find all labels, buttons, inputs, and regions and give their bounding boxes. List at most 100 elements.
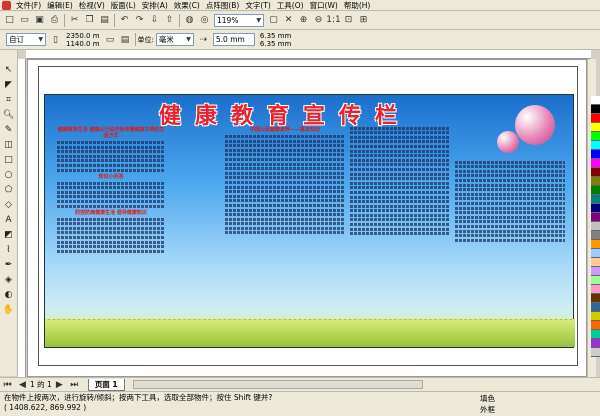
new-icon[interactable]: □ xyxy=(3,14,16,27)
menu-text[interactable]: 文字(T) xyxy=(242,0,273,11)
next-page-icon[interactable]: ▶ xyxy=(53,378,66,391)
swatch[interactable] xyxy=(591,132,600,141)
menu-edit[interactable]: 编辑(E) xyxy=(44,0,76,11)
swatch[interactable] xyxy=(591,159,600,168)
swatch[interactable] xyxy=(591,168,600,177)
swatch[interactable] xyxy=(591,339,600,348)
zoom-select[interactable]: 119% ▼ xyxy=(214,13,264,27)
swatch[interactable] xyxy=(591,204,600,213)
nudge-input[interactable]: 5.0 mm xyxy=(212,33,255,46)
corel-online-icon[interactable]: ◎ xyxy=(198,14,211,27)
cut-icon[interactable]: ✂ xyxy=(68,14,81,27)
swatch[interactable] xyxy=(591,312,600,321)
export-icon[interactable]: ⇧ xyxy=(163,14,176,27)
interactive-blend-icon[interactable]: ◩ xyxy=(2,228,15,241)
save-icon[interactable]: ▣ xyxy=(33,14,46,27)
page-dimensions[interactable]: 2350.0 m 1140.0 m xyxy=(66,32,100,48)
menu-file[interactable]: 文件(F) xyxy=(13,0,44,11)
swatch[interactable] xyxy=(591,231,600,240)
basic-shapes-icon[interactable]: ◇ xyxy=(2,198,15,211)
swatch[interactable] xyxy=(591,258,600,267)
swatch[interactable] xyxy=(591,321,600,330)
swatch[interactable] xyxy=(591,294,600,303)
swatch[interactable] xyxy=(591,267,600,276)
swatch[interactable] xyxy=(591,222,600,231)
menu-view[interactable]: 检视(V) xyxy=(76,0,108,11)
zoom-tool-icon[interactable]: 🔍︎ xyxy=(2,108,15,121)
paper-size-select[interactable]: 自订 ▼ xyxy=(6,33,46,46)
swatch[interactable] xyxy=(591,276,600,285)
print-icon[interactable]: ⎙ xyxy=(48,14,61,27)
swatch[interactable] xyxy=(591,150,600,159)
freehand-tool-icon[interactable]: ✎ xyxy=(2,123,15,136)
prev-page-icon[interactable]: ◀ xyxy=(16,378,29,391)
fullscreen-icon[interactable]: ▢ xyxy=(267,14,280,27)
unit-select[interactable]: 毫米 ▼ xyxy=(155,33,194,46)
text-tool-icon[interactable]: A xyxy=(2,213,15,226)
hand-tool-icon[interactable]: ✋ xyxy=(2,303,15,316)
paste-icon[interactable]: ▤ xyxy=(98,14,111,27)
all-pages-icon[interactable]: ▤ xyxy=(119,33,132,46)
swatch[interactable] xyxy=(591,285,600,294)
polygon-tool-icon[interactable]: ⬠ xyxy=(2,183,15,196)
swatch[interactable] xyxy=(591,195,600,204)
drawing-canvas[interactable]: 健康教育宣传栏 健康教育生活 健康从行动开始传播健康文明的生活方式 知识小问答 … xyxy=(27,59,587,377)
launcher-icon[interactable]: ◍ xyxy=(183,14,196,27)
swatch[interactable] xyxy=(591,348,600,357)
horizontal-ruler[interactable] xyxy=(26,50,591,59)
zoom-out-icon[interactable]: ⊖ xyxy=(312,14,325,27)
zoom-in-icon[interactable]: ⊕ xyxy=(297,14,310,27)
import-icon[interactable]: ⇩ xyxy=(148,14,161,27)
last-page-icon[interactable]: ⏭ xyxy=(68,378,81,391)
undo-icon[interactable]: ↶ xyxy=(118,14,131,27)
outline-tool-icon[interactable]: ✒ xyxy=(2,258,15,271)
snap-icon[interactable]: ✕ xyxy=(282,14,295,27)
menu-window[interactable]: 窗口(W) xyxy=(307,0,341,11)
zoom-all-icon[interactable]: ⊞ xyxy=(357,14,370,27)
pick-tool-icon[interactable]: ↖ xyxy=(2,63,15,76)
swatch[interactable] xyxy=(591,186,600,195)
fill-tool-icon[interactable]: ◈ xyxy=(2,273,15,286)
swatch[interactable] xyxy=(591,213,600,222)
landscape-icon[interactable]: ▭ xyxy=(104,33,117,46)
crop-tool-icon[interactable]: ⌗ xyxy=(2,93,15,106)
page-width[interactable]: 2350.0 m xyxy=(66,32,100,40)
vertical-ruler[interactable] xyxy=(18,59,26,377)
poster-board[interactable]: 健康教育宣传栏 健康教育生活 健康从行动开始传播健康文明的生活方式 知识小问答 … xyxy=(44,94,575,348)
smart-fill-icon[interactable]: ◫ xyxy=(2,138,15,151)
menu-tools[interactable]: 工具(O) xyxy=(274,0,307,11)
menu-effects[interactable]: 效果(C) xyxy=(171,0,203,11)
shape-tool-icon[interactable]: ◤ xyxy=(2,78,15,91)
eyedropper-icon[interactable]: ⌇ xyxy=(2,243,15,256)
first-page-icon[interactable]: ⏮ xyxy=(1,378,14,391)
menu-layout[interactable]: 版面(L) xyxy=(108,0,139,11)
interactive-fill-icon[interactable]: ◐ xyxy=(2,288,15,301)
dup-x[interactable]: 6.35 mm xyxy=(260,32,291,40)
copy-icon[interactable]: ❐ xyxy=(83,14,96,27)
swatch[interactable] xyxy=(591,249,600,258)
dup-y[interactable]: 6.35 mm xyxy=(260,40,291,48)
page-height[interactable]: 1140.0 m xyxy=(66,40,100,48)
open-icon[interactable]: ▭ xyxy=(18,14,31,27)
swatch[interactable] xyxy=(591,114,600,123)
swatch[interactable] xyxy=(591,240,600,249)
ellipse-tool-icon[interactable]: ○ xyxy=(2,168,15,181)
menu-help[interactable]: 帮助(H) xyxy=(341,0,374,11)
zoom-selected-icon[interactable]: ⊡ xyxy=(342,14,355,27)
menu-arrange[interactable]: 安排(A) xyxy=(139,0,171,11)
swatch[interactable] xyxy=(591,177,600,186)
portrait-icon[interactable]: ▯ xyxy=(49,33,62,46)
rectangle-tool-icon[interactable]: □ xyxy=(2,153,15,166)
swatch[interactable] xyxy=(591,105,600,114)
swatch[interactable] xyxy=(591,141,600,150)
page-tab[interactable]: 页面 1 xyxy=(87,378,125,391)
horizontal-scrollbar[interactable] xyxy=(132,380,423,389)
actual-size-icon[interactable]: 1:1 xyxy=(326,14,340,27)
menu-bitmaps[interactable]: 点阵图(B) xyxy=(203,0,243,11)
duplicate-distance[interactable]: 6.35 mm 6.35 mm xyxy=(260,32,291,48)
swatch[interactable] xyxy=(591,96,600,105)
swatch[interactable] xyxy=(591,123,600,132)
swatch[interactable] xyxy=(591,330,600,339)
redo-icon[interactable]: ↷ xyxy=(133,14,146,27)
swatch[interactable] xyxy=(591,303,600,312)
